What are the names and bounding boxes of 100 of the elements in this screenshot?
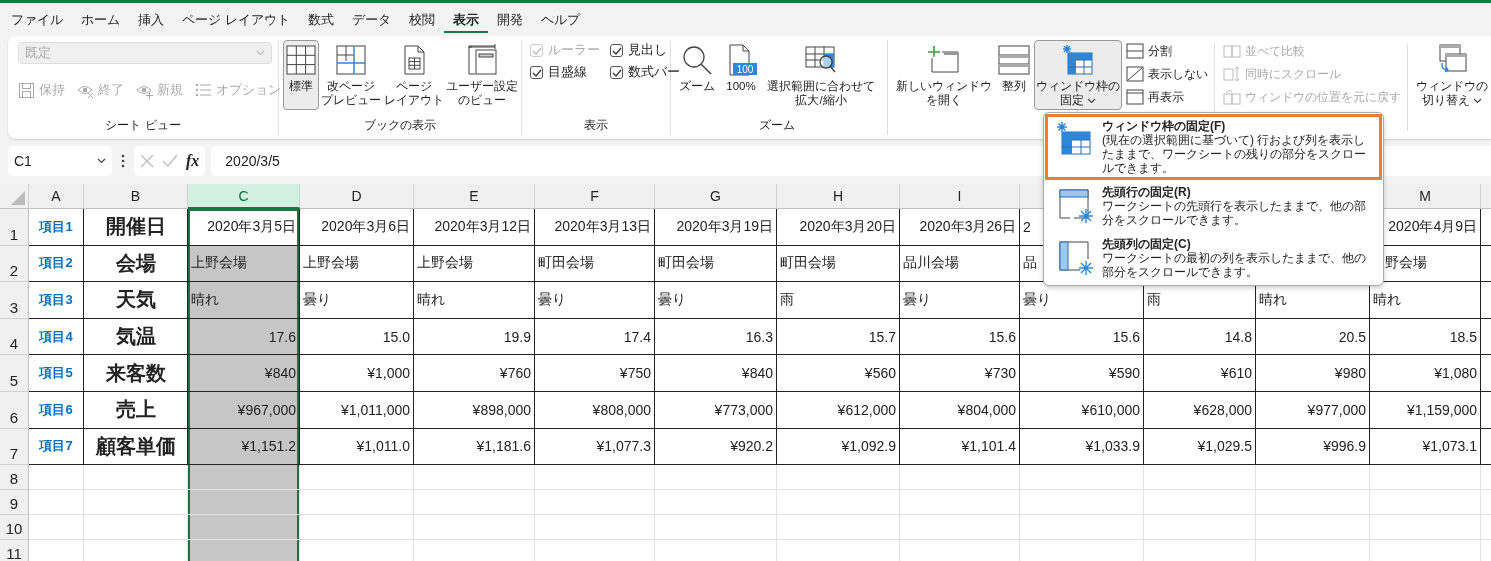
table-cell: 18.5 bbox=[1370, 318, 1481, 356]
checkbox[interactable] bbox=[610, 66, 623, 79]
table-cell: ¥750 bbox=[535, 355, 655, 392]
row-header[interactable]: 7 bbox=[0, 428, 29, 466]
checkbox[interactable] bbox=[530, 66, 543, 79]
table-cell: ¥1,073.1 bbox=[1370, 428, 1481, 466]
table-cell: ¥804,000 bbox=[900, 391, 1020, 429]
table-cell: ¥967,000 bbox=[188, 391, 300, 429]
table-cell: 項目3 bbox=[29, 282, 84, 319]
table-cell: ¥1,101.4 bbox=[900, 428, 1020, 466]
row-header[interactable]: 8 bbox=[0, 465, 29, 491]
row-header[interactable]: 5 bbox=[0, 355, 29, 392]
column-header[interactable]: I bbox=[900, 184, 1020, 209]
enter-icon bbox=[162, 154, 178, 168]
menu-tab[interactable]: 数式 bbox=[298, 6, 343, 33]
table-cell: 17.4 bbox=[535, 318, 655, 356]
menu-tab[interactable]: ホーム bbox=[72, 6, 129, 33]
window-icon bbox=[1126, 89, 1144, 105]
ribbon-button[interactable]: 選択範囲に合わせて 拡大/縮小 bbox=[763, 40, 879, 110]
arrange-icon bbox=[998, 44, 1030, 76]
row-header[interactable]: 4 bbox=[0, 318, 29, 356]
table-cell: 20.5 bbox=[1256, 318, 1370, 356]
column-header[interactable]: H bbox=[777, 184, 900, 209]
menu-item-title: 先頭行の固定(R) bbox=[1102, 185, 1192, 199]
table-cell: ¥730 bbox=[900, 355, 1020, 392]
table-cell bbox=[29, 515, 84, 541]
table-cell: ¥977,000 bbox=[1256, 391, 1370, 429]
column-header[interactable]: G bbox=[655, 184, 777, 209]
row-header[interactable]: 10 bbox=[0, 515, 29, 541]
freeze-panes-icon bbox=[1056, 121, 1094, 158]
checkbox[interactable] bbox=[610, 44, 623, 57]
table-cell: ¥840 bbox=[188, 355, 300, 392]
ribbon-button[interactable]: 整列 bbox=[996, 40, 1032, 110]
table-cell: 17.6 bbox=[188, 318, 300, 356]
checkbox-label: 目盛線 bbox=[548, 64, 587, 81]
cancel-icon bbox=[140, 154, 154, 168]
toolbar-button[interactable]: 表示しない bbox=[1126, 63, 1208, 85]
table-cell: 晴れ bbox=[414, 282, 535, 319]
ribbon-button[interactable]: ウィンドウ枠の 固定 bbox=[1034, 40, 1122, 110]
column-header[interactable]: C bbox=[188, 184, 300, 209]
table-cell: 曇り bbox=[900, 282, 1020, 319]
table-cell: 上野会場 bbox=[188, 245, 300, 283]
row-header[interactable]: 6 bbox=[0, 391, 29, 429]
freeze-first-column-icon bbox=[1056, 239, 1094, 276]
table-cell: ¥840 bbox=[655, 355, 777, 392]
toolbar-button[interactable]: 再表示 bbox=[1126, 86, 1208, 108]
menu-tab[interactable]: 開発 bbox=[487, 6, 532, 33]
row-header[interactable]: 3 bbox=[0, 282, 29, 319]
menu-tab[interactable]: ファイル bbox=[2, 6, 72, 33]
select-all-icon bbox=[10, 190, 26, 206]
table-cell: ¥610,000 bbox=[1020, 391, 1144, 429]
new-window-icon bbox=[928, 44, 960, 76]
ribbon-button[interactable]: 100 100% bbox=[721, 40, 761, 110]
check-icon bbox=[611, 68, 622, 77]
table-cell: 2020年3月5日 bbox=[188, 209, 300, 246]
ribbon-button[interactable]: ユーザー設定 のビュー bbox=[446, 40, 517, 110]
ribbon-button[interactable]: 標準 bbox=[283, 40, 319, 110]
toolbar-button[interactable]: 分割 bbox=[1126, 40, 1208, 62]
table-cell: ¥760 bbox=[414, 355, 535, 392]
table-cell: 晴れ bbox=[188, 282, 300, 319]
page-break-icon bbox=[335, 44, 368, 76]
reset-position-icon bbox=[1223, 89, 1241, 105]
table-cell: ¥808,000 bbox=[535, 391, 655, 429]
table-cell: ¥560 bbox=[777, 355, 900, 392]
table-cell: ¥996.9 bbox=[1256, 428, 1370, 466]
name-box[interactable]: C1 bbox=[8, 146, 112, 176]
ribbon-button[interactable]: 改ページ プレビュー bbox=[321, 40, 382, 110]
table-cell: 2020年3月20日 bbox=[777, 209, 900, 246]
more-icon bbox=[120, 154, 126, 168]
menu-tab[interactable]: ヘルプ bbox=[531, 6, 589, 33]
menu-item[interactable]: ウィンドウ枠の固定(F) (現在の選択範囲に基づいて) 行および列を表示したままで、ワークシートの残りの部分をスクロールできます。 bbox=[1045, 114, 1382, 180]
insert-function-button[interactable]: fx bbox=[186, 152, 200, 170]
column-header[interactable]: E bbox=[414, 184, 535, 209]
custom-view-icon bbox=[465, 44, 498, 76]
row-header[interactable]: 9 bbox=[0, 490, 29, 516]
menu-tab[interactable]: ページ レイアウト bbox=[173, 6, 299, 33]
table-cell: ¥1,000 bbox=[300, 355, 414, 392]
row-header[interactable]: 1 bbox=[0, 209, 29, 246]
row-header[interactable]: 11 bbox=[0, 540, 29, 561]
row-header[interactable]: 2 bbox=[0, 245, 29, 283]
table-cell: 16.3 bbox=[655, 318, 777, 356]
table-cell: 項目5 bbox=[29, 355, 84, 392]
ribbon-button[interactable]: 新しいウィンドウ を開く bbox=[894, 40, 994, 110]
column-header[interactable]: B bbox=[84, 184, 188, 209]
column-header[interactable]: A bbox=[29, 184, 84, 209]
ribbon-button[interactable]: ページ レイアウト bbox=[383, 40, 444, 110]
table-cell: 項目2 bbox=[29, 245, 84, 283]
column-header[interactable]: F bbox=[535, 184, 655, 209]
menu-tab[interactable]: 表示 bbox=[443, 6, 488, 33]
menu-tab[interactable]: 校閲 bbox=[399, 6, 444, 33]
table-cell: 雨 bbox=[777, 282, 900, 319]
column-header[interactable]: D bbox=[300, 184, 414, 209]
ribbon-button[interactable]: ウィンドウの 切り替え bbox=[1414, 40, 1490, 110]
table-cell: 町田会場 bbox=[655, 245, 777, 283]
table-cell bbox=[29, 490, 84, 516]
menu-tab[interactable]: 挿入 bbox=[129, 6, 173, 33]
table-cell: 2020年3月19日 bbox=[655, 209, 777, 246]
table-cell: ¥612,000 bbox=[777, 391, 900, 429]
menu-tab[interactable]: データ bbox=[342, 6, 400, 33]
table-cell: ¥610 bbox=[1144, 355, 1256, 392]
